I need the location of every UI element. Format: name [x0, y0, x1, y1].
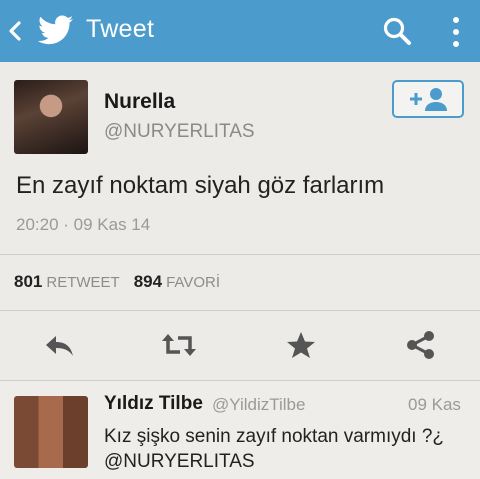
tweet-stats: 801 RETWEET 894 FAVORİ	[14, 272, 220, 292]
tweet-timestamp: 20:20 · 09 Kas 14	[16, 215, 151, 234]
reply-avatar[interactable]	[14, 396, 88, 468]
share-icon[interactable]	[404, 330, 438, 360]
top-bar: Tweet	[0, 0, 480, 62]
divider	[0, 254, 480, 255]
divider	[0, 380, 480, 381]
search-icon[interactable]	[382, 16, 412, 46]
favorite-star-icon[interactable]	[284, 330, 318, 360]
more-vertical-icon[interactable]	[451, 16, 461, 48]
reply-icon[interactable]	[42, 330, 76, 360]
add-user-icon	[410, 88, 447, 111]
reply-date: 09 Kas	[408, 395, 461, 414]
avatar[interactable]	[14, 80, 88, 154]
twitter-bird-icon	[38, 15, 73, 45]
chevron-left-icon[interactable]	[8, 20, 22, 42]
author-handle[interactable]: @NURYERLITAS	[104, 121, 255, 143]
favorite-label[interactable]: FAVORİ	[166, 274, 220, 291]
retweet-count[interactable]: 801	[14, 272, 42, 291]
retweet-label[interactable]: RETWEET	[46, 274, 119, 291]
reply-author-name[interactable]: Yıldız Tilbe	[104, 393, 203, 415]
page-title: Tweet	[86, 15, 155, 43]
divider	[0, 310, 480, 311]
follow-button[interactable]	[392, 80, 464, 118]
tweet-text: En zayıf noktam siyah göz farlarım	[16, 172, 385, 199]
favorite-count[interactable]: 894	[134, 272, 162, 291]
author-name[interactable]: Nurella	[104, 90, 175, 114]
reply-text: Kız şişko senin zayıf noktan varmıydı ?¿…	[104, 426, 445, 472]
retweet-icon[interactable]	[162, 330, 196, 360]
reply-author-handle[interactable]: @YildizTilbe	[212, 395, 305, 415]
